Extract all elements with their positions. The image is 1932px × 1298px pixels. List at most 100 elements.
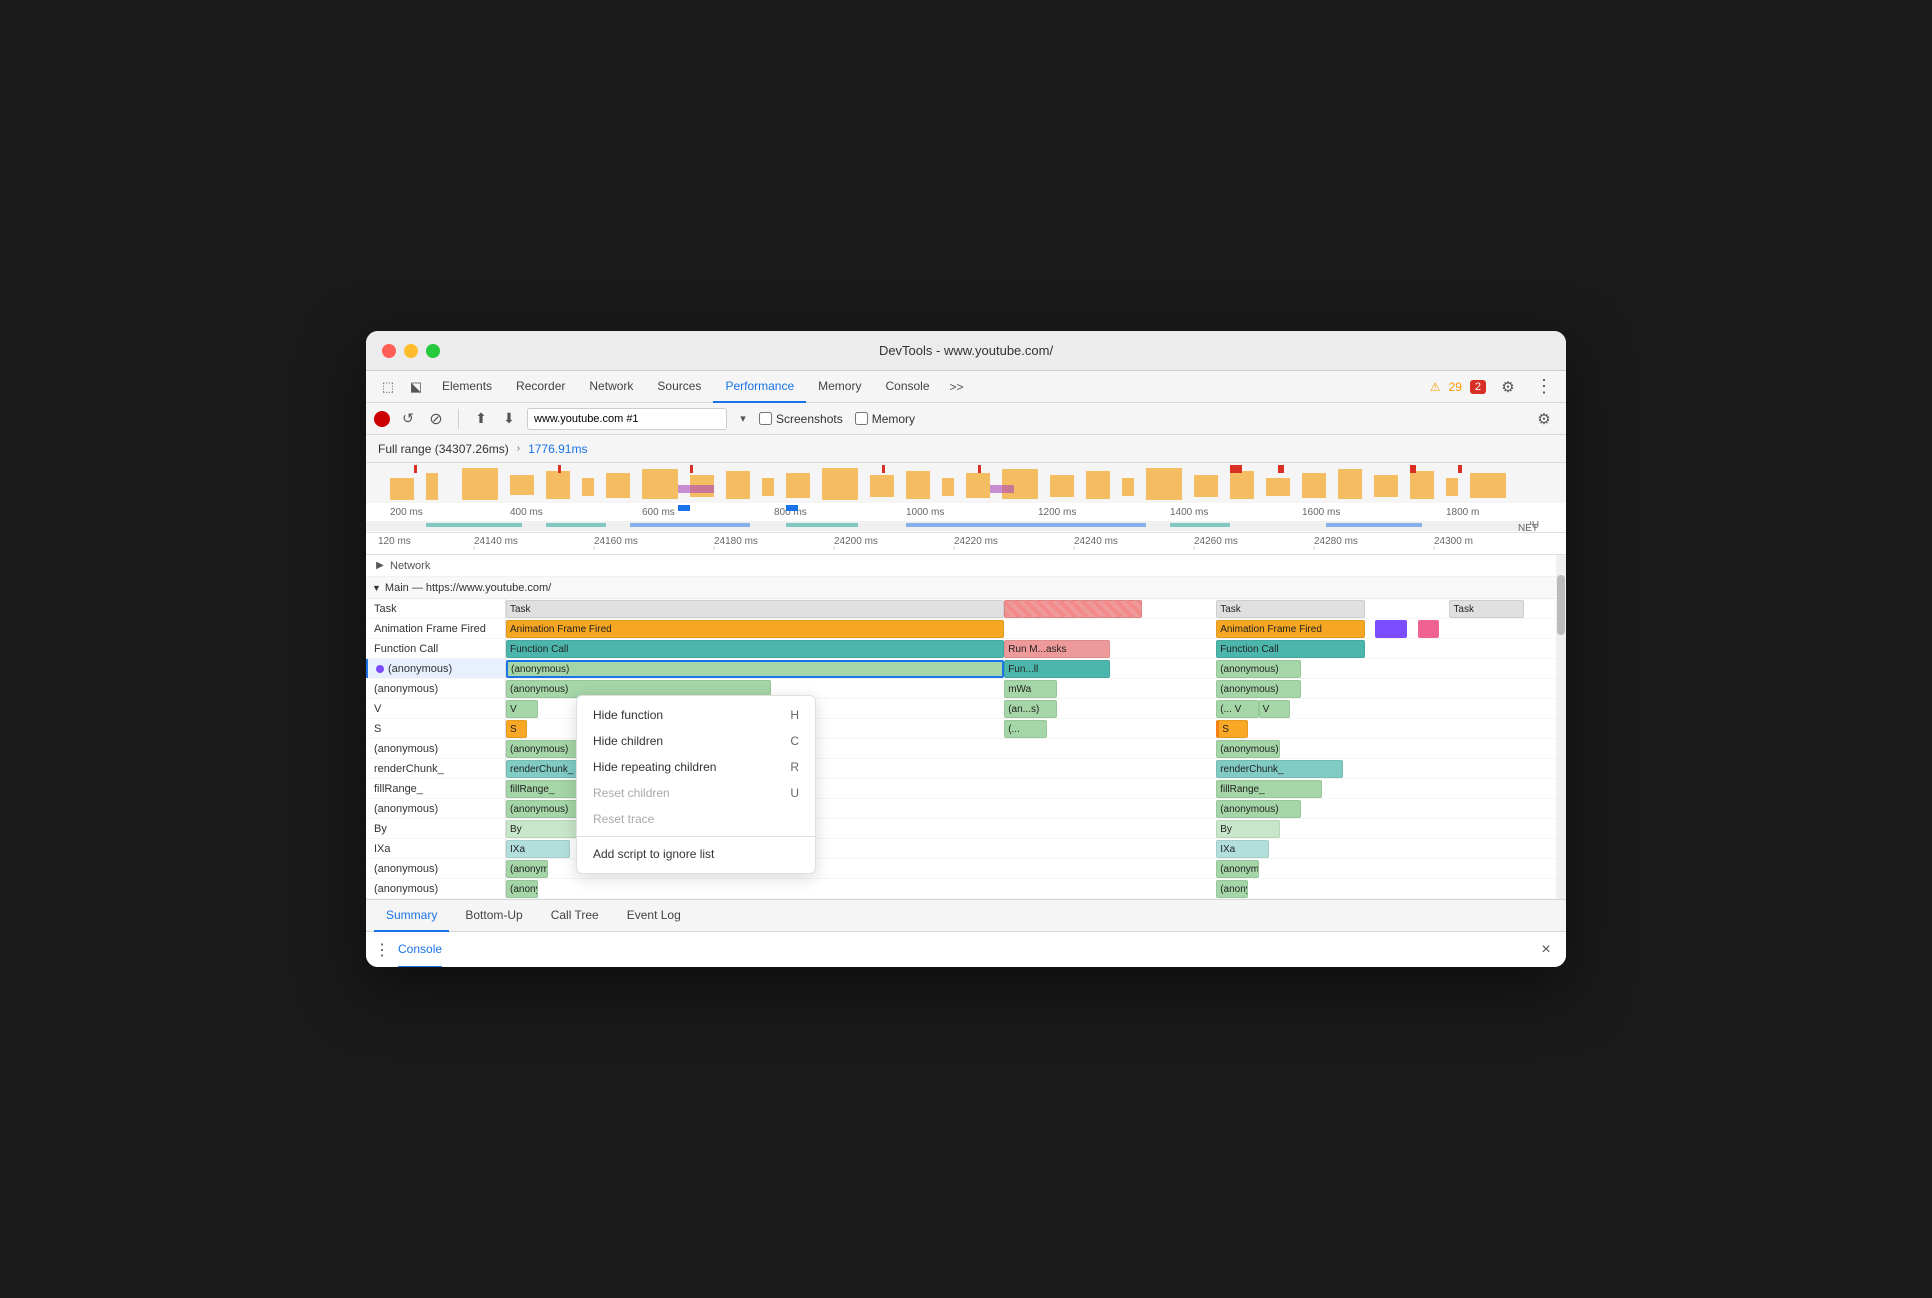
dropdown-arrow[interactable]: ▾ — [735, 411, 751, 427]
console-label[interactable]: Console — [398, 932, 442, 968]
ctx-hide-function[interactable]: Hide function H — [577, 702, 815, 728]
anon5-bar[interactable]: (anonymous) — [506, 860, 548, 878]
anon5-bar2[interactable]: (anonymous) — [1216, 860, 1258, 878]
ctx-hide-repeating[interactable]: Hide repeating children R — [577, 754, 815, 780]
task-bar-2[interactable]: Task — [1216, 600, 1364, 618]
s-bar2[interactable]: S — [1216, 720, 1248, 738]
err-badge: 2 — [1470, 380, 1486, 394]
upload-button[interactable]: ⬆ — [471, 409, 491, 429]
tab-more[interactable]: >> — [942, 380, 972, 394]
anon3-bar2[interactable]: (anonymous) — [1216, 740, 1280, 758]
task-bar-3[interactable]: Task — [1449, 600, 1523, 618]
warn-count: 29 — [1449, 380, 1462, 394]
v-ans[interactable]: (an...s) — [1004, 700, 1057, 718]
row-content-anon6[interactable]: (anonymous) (anonymous) — [506, 879, 1566, 898]
ctx-add-ignore[interactable]: Add script to ignore list — [577, 841, 815, 867]
anon-func-bar[interactable]: Fun...ll — [1004, 660, 1110, 678]
s-bar[interactable]: S — [506, 720, 527, 738]
reload-button[interactable]: ↺ — [398, 409, 418, 429]
row-label-func: Function Call — [366, 639, 506, 658]
ctx-reset-trace: Reset trace — [577, 806, 815, 832]
anon6-bar2[interactable]: (anonymous) — [1216, 880, 1248, 898]
anim-bar-2[interactable]: Animation Frame Fired — [1216, 620, 1364, 638]
flame-row-anon1: (anonymous) (anonymous) Fun...ll (anonym… — [366, 659, 1566, 679]
console-close[interactable]: × — [1534, 938, 1558, 962]
v-dots[interactable]: (... V — [1216, 700, 1258, 718]
svg-text:200 ms: 200 ms — [390, 507, 423, 518]
svg-text:24200 ms: 24200 ms — [834, 536, 878, 547]
record-button[interactable] — [374, 411, 390, 427]
task-bar-1[interactable]: Task — [506, 600, 1004, 618]
tab-performance[interactable]: Performance — [713, 371, 806, 403]
row-content-anim[interactable]: Animation Frame Fired Animation Frame Fi… — [506, 619, 1566, 638]
network-expand[interactable]: ▶ — [374, 560, 386, 572]
clear-button[interactable]: ⊘ — [426, 409, 446, 429]
by-bar2[interactable]: By — [1216, 820, 1280, 838]
maximize-button[interactable] — [426, 344, 440, 358]
anon4-bar2[interactable]: (anonymous) — [1216, 800, 1301, 818]
inspect-icon[interactable]: ⬚ — [374, 373, 402, 401]
detail-time-ruler: 120 ms 24140 ms 24160 ms 24180 ms 24200 … — [366, 533, 1566, 555]
tab-network[interactable]: Network — [577, 371, 645, 403]
ctx-hide-children[interactable]: Hide children C — [577, 728, 815, 754]
screenshots-checkbox[interactable] — [759, 412, 772, 425]
row-content-func[interactable]: Function Call Run M...asks Function Call — [506, 639, 1566, 658]
anon-bar-1[interactable]: (anonymous) — [506, 660, 1004, 678]
err-count: 2 — [1475, 381, 1481, 393]
svg-text:24280 ms: 24280 ms — [1314, 536, 1358, 547]
row-content-task[interactable]: Task Task Task — [506, 599, 1566, 618]
purple-indicator — [376, 665, 384, 673]
row-content-anon1[interactable]: (anonymous) Fun...ll (anonymous) — [506, 659, 1566, 678]
context-menu: Hide function H Hide children C Hide rep… — [576, 695, 816, 874]
download-button[interactable]: ⬇ — [499, 409, 519, 429]
anon-bar-2[interactable]: (anonymous) — [1216, 660, 1301, 678]
ctx-reset-children-label: Reset children — [593, 786, 670, 800]
capture-settings-icon[interactable]: ⚙ — [1530, 405, 1558, 433]
memory-label[interactable]: Memory — [855, 412, 915, 426]
ixa-bar[interactable]: IXa — [506, 840, 570, 858]
traffic-lights — [382, 344, 440, 358]
tab-event-log[interactable]: Event Log — [615, 900, 693, 932]
v-bar2[interactable]: V — [1259, 700, 1291, 718]
tab-recorder[interactable]: Recorder — [504, 371, 577, 403]
anon2-bar-2[interactable]: (anonymous) — [1216, 680, 1301, 698]
tab-console[interactable]: Console — [873, 371, 941, 403]
console-dots[interactable]: ⋮ — [374, 940, 390, 960]
ixa-bar2[interactable]: IXa — [1216, 840, 1269, 858]
render-bar2[interactable]: renderChunk_ — [1216, 760, 1343, 778]
func-bar-1[interactable]: Function Call — [506, 640, 1004, 658]
screenshots-label[interactable]: Screenshots — [759, 412, 843, 426]
scrollbar-thumb[interactable] — [1557, 575, 1565, 635]
anon2-mwa[interactable]: mWa — [1004, 680, 1057, 698]
s-dots[interactable]: (... — [1004, 720, 1046, 738]
minimize-button[interactable] — [404, 344, 418, 358]
tab-sources[interactable]: Sources — [645, 371, 713, 403]
anon6-bar[interactable]: (anonymous) — [506, 880, 538, 898]
flame-row-anon3: (anonymous) (anonymous) (anonymous) — [366, 739, 1566, 759]
main-thread-arrow[interactable]: ▼ — [372, 583, 381, 593]
settings-icon[interactable]: ⚙ — [1494, 373, 1522, 401]
func-bar-2[interactable]: Function Call — [1216, 640, 1364, 658]
row-label-v: V — [366, 699, 506, 718]
memory-checkbox[interactable] — [855, 412, 868, 425]
fill-bar2[interactable]: fillRange_ — [1216, 780, 1322, 798]
close-button[interactable] — [382, 344, 396, 358]
svg-text:1000 ms: 1000 ms — [906, 507, 944, 518]
svg-text:24260 ms: 24260 ms — [1194, 536, 1238, 547]
more-icon[interactable]: ⋮ — [1530, 373, 1558, 401]
run-bar[interactable]: Run M...asks — [1004, 640, 1110, 658]
tab-memory[interactable]: Memory — [806, 371, 873, 403]
svg-text:24140 ms: 24140 ms — [474, 536, 518, 547]
v-bar[interactable]: V — [506, 700, 538, 718]
warn-icon: ⚠ — [1430, 380, 1441, 394]
tab-elements[interactable]: Elements — [430, 371, 504, 403]
tab-bottom-up[interactable]: Bottom-Up — [453, 900, 534, 932]
anim-bar-1[interactable]: Animation Frame Fired — [506, 620, 1004, 638]
device-icon[interactable]: ⬕ — [402, 373, 430, 401]
network-row[interactable]: ▶ Network — [366, 555, 1566, 577]
timeline-overview[interactable]: 200 ms 400 ms 600 ms 800 ms 1000 ms 1200… — [366, 463, 1566, 533]
tab-call-tree[interactable]: Call Tree — [539, 900, 611, 932]
tab-summary[interactable]: Summary — [374, 900, 449, 932]
vertical-scrollbar[interactable] — [1556, 555, 1566, 899]
url-input[interactable] — [527, 408, 727, 430]
